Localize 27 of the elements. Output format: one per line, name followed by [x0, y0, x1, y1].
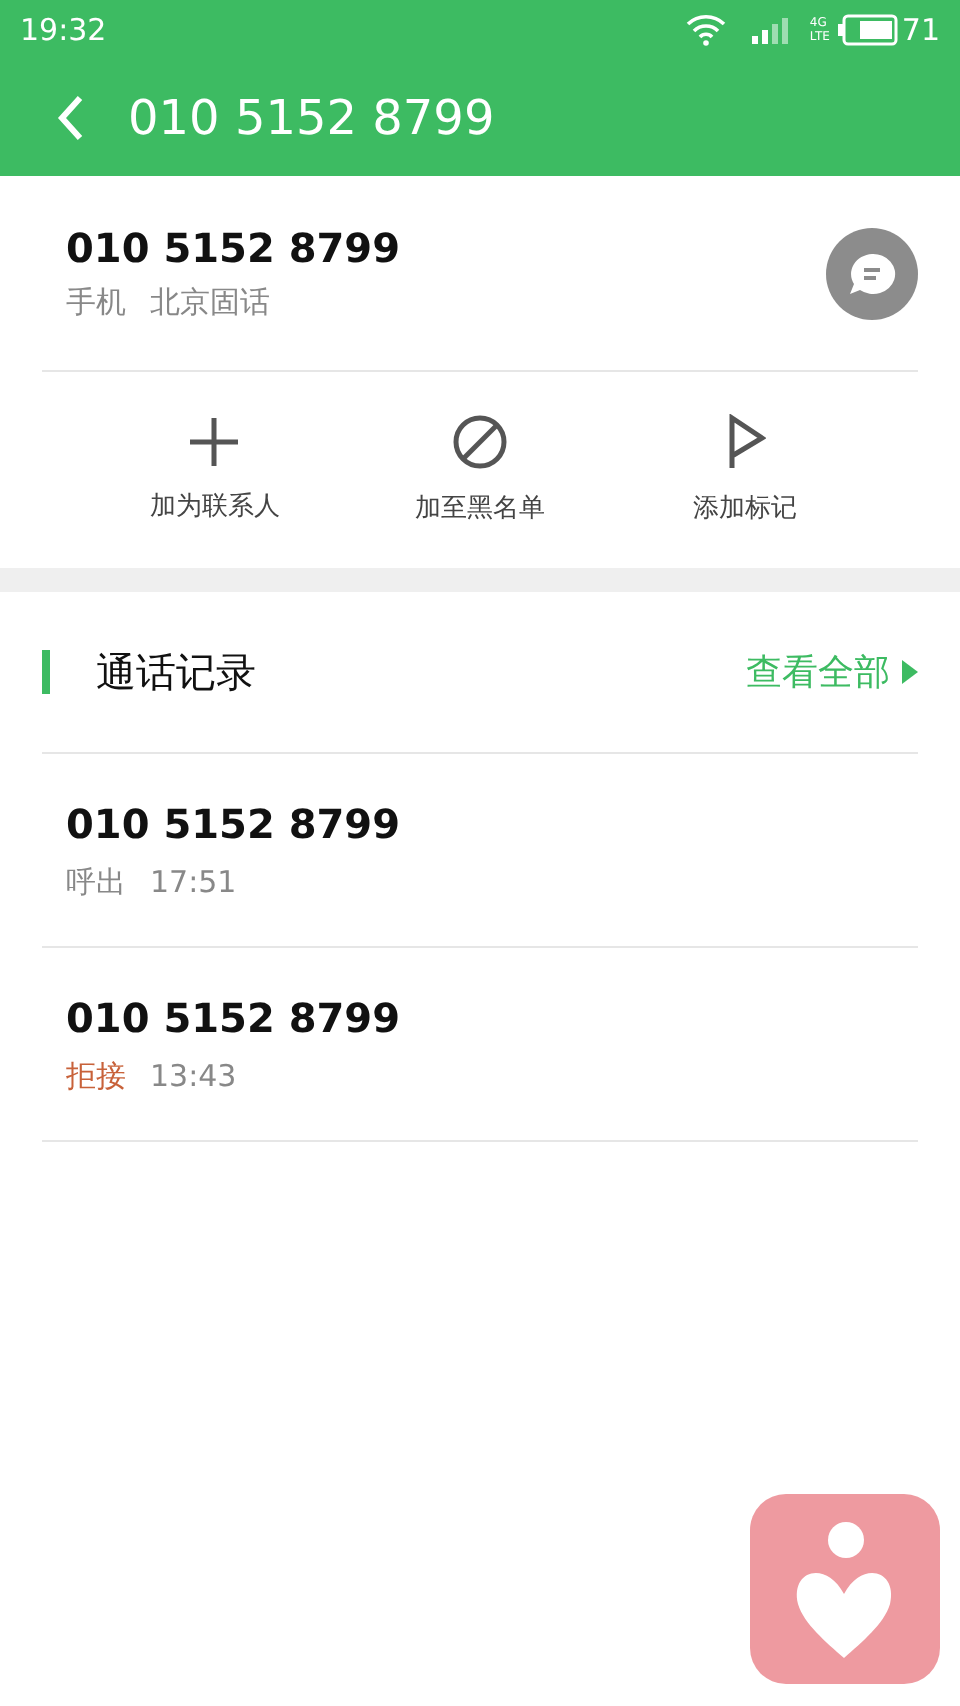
flag-icon — [725, 414, 766, 470]
action-button[interactable]: 添加标记 — [625, 412, 866, 528]
block-icon — [451, 414, 508, 470]
call-time: 17:51 — [150, 863, 237, 901]
section-marker — [42, 650, 50, 694]
back-button[interactable] — [56, 94, 84, 142]
number-type: 手机 — [66, 284, 126, 322]
action-button[interactable]: 加为联系人 — [94, 414, 335, 526]
call-number: 010 5152 8799 — [66, 799, 403, 847]
call-status: 呼出 — [66, 863, 126, 901]
battery-icon — [837, 14, 898, 46]
status-time: 19:32 — [20, 12, 107, 48]
chat-bubble-icon — [846, 249, 898, 297]
call-time: 13:43 — [150, 1057, 237, 1095]
section-title: 通话记录 — [96, 645, 258, 699]
app-bar-title: 010 5152 8799 — [128, 90, 495, 146]
floating-app-button[interactable] — [750, 1494, 940, 1684]
battery-percent: 71 — [901, 12, 940, 48]
call-status: 拒接 — [66, 1057, 126, 1095]
contact-number: 010 5152 8799 — [66, 224, 403, 272]
plus-icon — [188, 416, 241, 468]
action-button[interactable]: 加至黑名单 — [359, 412, 600, 528]
wifi-icon — [685, 14, 726, 46]
message-button[interactable] — [826, 227, 918, 319]
triangle-right-icon — [902, 660, 918, 684]
call-number: 010 5152 8799 — [66, 993, 403, 1041]
number-location: 北京固话 — [150, 284, 270, 322]
